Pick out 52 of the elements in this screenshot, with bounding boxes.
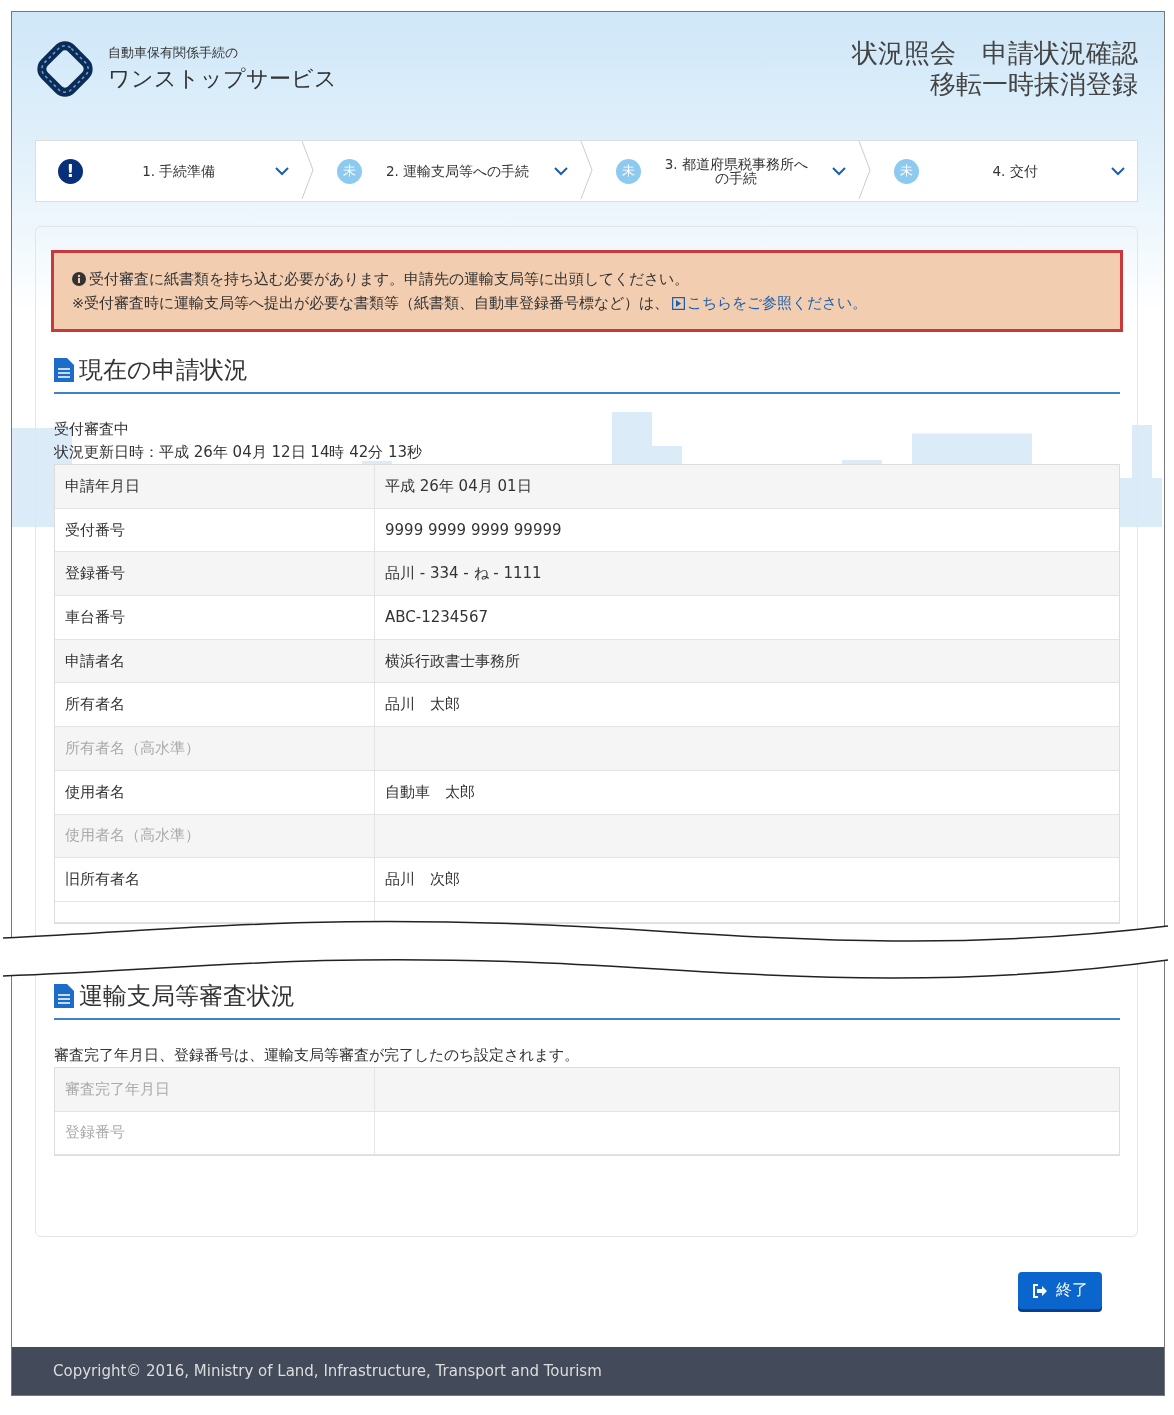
exit-icon [1032,1283,1048,1298]
value-cell-text: 品川 - 334 - ね - 1111 [384,563,543,585]
finish-button[interactable]: 終了 [1018,1272,1102,1310]
label-cell: 旧所有者名 [55,858,375,901]
reference-link[interactable]: こちらをご参照ください。 [672,291,868,315]
label-cell: 申請者名 [55,639,375,683]
footer: Copyright© 2016, Ministry of Land, Infrastructure, Transport and Tourism [12,1347,1164,1396]
updated-text: 状況更新日時：平成 26年 04月 12日 14時 42分 13秒 [54,442,424,463]
section-title: 運輸支局等審査状況 [79,980,295,1012]
play-icon [672,296,686,310]
page-title: 移転一時抹消登録 [930,69,1138,100]
step-tab[interactable]: 未 4. 交付 [872,141,1137,201]
step-tab[interactable]: 未 2. 運輸支局等への手続 [314,141,580,201]
page-title: 状況照会 申請状況確認 [852,38,1138,69]
value-cell-text: 品川 太郎 [384,694,461,716]
label-cell: 車台番号 [55,596,375,639]
label-cell: 審査完了年月日 [55,1067,375,1111]
label-cell: 使用者名 [55,770,375,814]
value-cell-text: 9999 9999 9999 99999 [384,520,563,542]
label-cell: 受付番号 [55,508,375,552]
info-icon [72,272,86,286]
label-cell: 使用者名（高水準） [55,814,375,858]
chevron-down-icon [274,166,289,176]
label-cell: 所有者名（高水準） [55,727,375,770]
document-icon [54,358,74,382]
chevron-down-icon [832,166,847,176]
alert-text: 受付審査に紙書類を持ち込む必要があります。申請先の運輸支局等に出頭してください。 [89,270,689,289]
pending-icon: 未 [894,158,920,184]
value-cell-text: ABC-1234567 [384,607,489,629]
value-cell-text: 平成 26年 04月 01日 [384,475,533,497]
section-title: 現在の申請状況 [79,355,248,386]
pending-icon: 未 [336,158,362,184]
label-cell: 申請年月日 [55,465,375,508]
step-tab[interactable]: ! 1. 手続準備 [36,141,301,201]
chevron-down-icon [1111,166,1125,176]
chevron-down-icon [553,166,568,176]
logo-title: ワンストップサービス [108,65,337,93]
value-cell-text: 横浜行政書士事務所 [384,650,521,672]
step-tab[interactable]: 未 3. 都道府県税事務所への手続 [593,141,859,201]
document-icon [54,983,74,1008]
value-cell-text: 自動車 太郎 [384,781,476,803]
label-cell: 登録番号 [55,552,375,596]
logo-icon [34,38,96,100]
pending-icon: 未 [615,158,641,184]
value-cell-text: 品川 次郎 [384,869,461,891]
label-cell: 所有者名 [55,683,375,727]
status-text: 受付審査中 [54,419,130,440]
alert-icon: ! [58,158,83,184]
note-text: 審査完了年月日、登録番号は、運輸支局等審査が完了したのち設定されます。 [54,1044,580,1066]
logo-subtitle: 自動車保有関係手続の [108,44,239,62]
alert-text: ※受付審査時に運輸支局等へ提出が必要な書類等（紙書類、自動車登録番号標など）は、 [72,294,670,313]
label-cell: 登録番号 [55,1111,375,1155]
